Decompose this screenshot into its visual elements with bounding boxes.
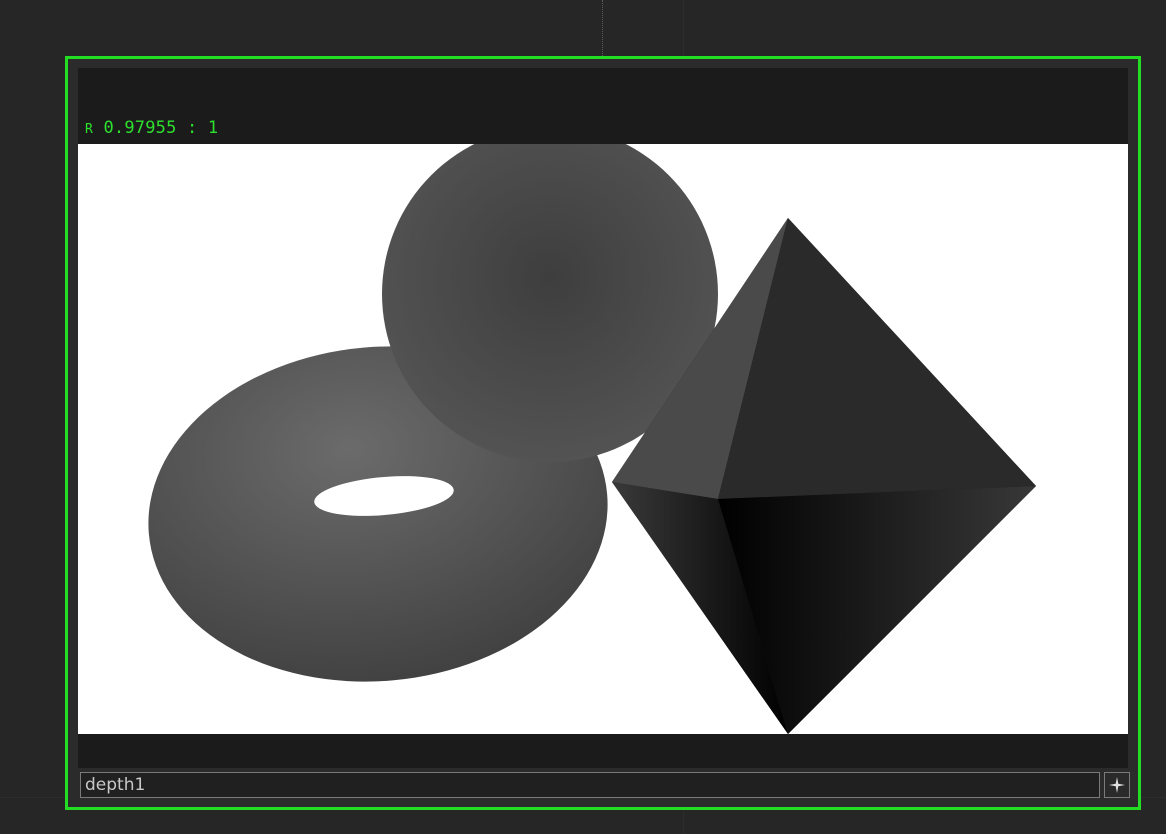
network-editor-canvas[interactable]: R 0.97955 : 1 (0, 0, 1166, 834)
info-channel-label: R (85, 122, 94, 137)
pixel-info-readout: R 0.97955 : 1 (85, 118, 218, 138)
depth-image-viewer[interactable] (78, 144, 1128, 734)
depth-render-image (148, 144, 1036, 734)
depth-top-node[interactable]: R 0.97955 : 1 (65, 56, 1141, 810)
node-viewer-panel[interactable]: R 0.97955 : 1 (78, 68, 1128, 768)
node-name-field[interactable] (80, 772, 1100, 798)
info-value: 0.97955 : 1 (103, 118, 219, 138)
pin-button[interactable] (1104, 772, 1130, 798)
sparkle-pin-icon (1109, 777, 1125, 793)
